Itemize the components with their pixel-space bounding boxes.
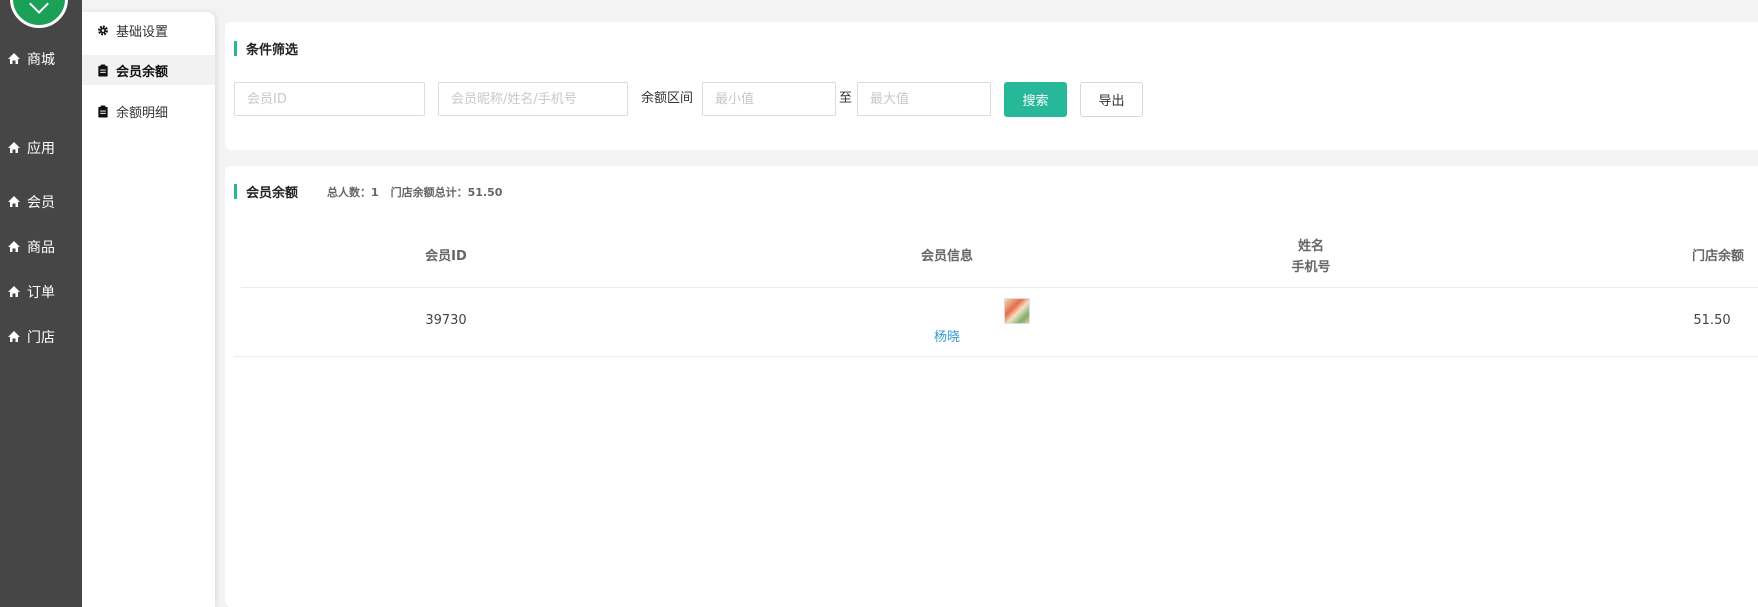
title-accent-bar — [234, 184, 237, 199]
filter-title-text: 条件筛选 — [246, 43, 299, 58]
home-icon — [8, 241, 20, 252]
home-icon — [8, 196, 20, 207]
member-balance-panel: 会员余额 总人数：1 门店余额总计：51.50 会员ID 会员信息 姓名 手机号… — [225, 166, 1758, 607]
filter-section-title: 条件筛选 — [234, 39, 298, 58]
header-divider — [241, 287, 1758, 288]
nav-item-apps[interactable]: 应用 — [0, 133, 82, 163]
nav-item-stores[interactable]: 门店 — [0, 322, 82, 352]
avatar[interactable] — [1004, 298, 1030, 324]
balance-range-label: 余额区间 — [641, 91, 694, 106]
app-logo[interactable] — [10, 0, 68, 28]
column-header-phone: 手机号 — [1291, 260, 1331, 275]
cell-member-id: 39730 — [425, 313, 467, 328]
home-icon — [8, 331, 20, 342]
max-balance-input[interactable] — [857, 82, 991, 116]
total-people-count: 总人数：1 — [327, 186, 379, 199]
export-button[interactable]: 导出 — [1080, 82, 1143, 117]
column-header-member-info: 会员信息 — [920, 249, 973, 264]
store-balance-total: 门店余额总计：51.50 — [390, 186, 503, 199]
nav-item-members[interactable]: 会员 — [0, 187, 82, 217]
title-accent-bar — [234, 41, 237, 56]
subnav-item-label: 余额明细 — [116, 105, 169, 121]
home-icon — [8, 286, 20, 297]
nav-item-label: 订单 — [27, 285, 55, 301]
subnav-item-label: 基础设置 — [116, 24, 169, 40]
sub-nav: 基础设置 会员余额 余额明细 — [82, 12, 215, 607]
cell-store-balance: 51.50 — [1693, 313, 1731, 328]
nav-item-products[interactable]: 商品 — [0, 232, 82, 262]
search-button[interactable]: 搜索 — [1004, 82, 1067, 117]
nav-item-label: 会员 — [27, 195, 55, 211]
member-search-input[interactable] — [438, 82, 628, 116]
balance-summary: 总人数：1 门店余额总计：51.50 — [327, 184, 502, 200]
subnav-item-balance-details[interactable]: 余额明细 — [82, 96, 215, 126]
list-title-text: 会员余额 — [246, 186, 299, 201]
logo-chevron-icon — [29, 0, 49, 14]
clipboard-icon — [98, 104, 108, 118]
subnav-item-basic-settings[interactable]: 基础设置 — [82, 15, 215, 45]
min-balance-input[interactable] — [702, 82, 836, 116]
nav-item-label: 商品 — [27, 240, 55, 256]
home-icon — [8, 142, 20, 153]
column-header-member-id: 会员ID — [425, 249, 467, 264]
home-icon — [8, 53, 20, 64]
member-nickname-link[interactable]: 杨晓 — [882, 326, 1012, 345]
range-to-label: 至 — [839, 91, 853, 106]
nav-item-orders[interactable]: 订单 — [0, 277, 82, 307]
row-divider — [234, 356, 1758, 357]
subnav-item-member-balance[interactable]: 会员余额 — [82, 55, 215, 85]
subnav-item-label: 会员余额 — [116, 64, 169, 80]
member-id-input[interactable] — [234, 82, 425, 116]
gear-icon — [98, 25, 108, 35]
column-header-store-balance: 门店余额 — [1691, 249, 1744, 264]
nav-item-label: 商城 — [27, 52, 55, 68]
main-nav: 商城 应用 会员 商品 订单 门店 — [0, 0, 82, 607]
nav-item-label: 应用 — [27, 141, 55, 157]
filter-panel: 条件筛选 余额区间 至 搜索 导出 — [225, 22, 1758, 150]
column-header-name: 姓名 — [1297, 239, 1324, 254]
nav-item-mall[interactable]: 商城 — [0, 44, 82, 74]
clipboard-icon — [98, 63, 108, 77]
nav-item-label: 门店 — [27, 330, 55, 346]
list-section-title: 会员余额 — [234, 182, 298, 201]
